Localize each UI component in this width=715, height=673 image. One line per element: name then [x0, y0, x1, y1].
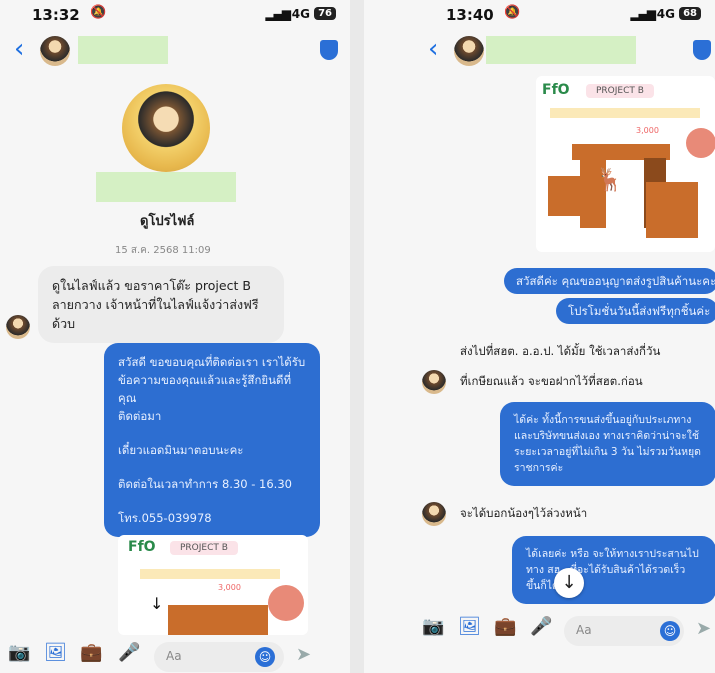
header-avatar[interactable]: [454, 36, 484, 66]
emoji-icon[interactable]: ☺: [255, 647, 275, 667]
network-label: 4G: [656, 7, 675, 21]
msg-line: ทาง สฮ...ที่จะได้รับสินค้าได้รวดเร็ว: [526, 564, 686, 576]
product-title: PROJECT B: [586, 84, 654, 98]
redacted-profile-name: [96, 172, 236, 202]
product-image[interactable]: FfO PROJECT B 3,000: [118, 535, 308, 635]
brand-logo: FfO: [542, 82, 570, 98]
signal-icon: ▂▄▆: [630, 7, 656, 21]
msg-line: และบริษัทขนส่งเอง ทางเราคิดว่าน่าจะใช้: [514, 430, 700, 442]
msg-line: ระยะเวลาอยู่ที่ไม่เกิน 3 วัน ไม่รวมวันหย…: [514, 446, 701, 458]
back-icon[interactable]: ‹: [428, 36, 438, 62]
caption-band: [550, 108, 700, 118]
shield-icon[interactable]: [320, 40, 338, 60]
status-bar: 13:32 🔕 ▂▄▆ 4G 76: [0, 0, 350, 30]
scroll-down-icon[interactable]: ↓: [554, 568, 584, 598]
signal-icon: ▂▄▆: [265, 7, 291, 21]
battery-icon: 76: [314, 7, 336, 20]
bell-mute-icon: 🔕: [504, 5, 521, 20]
incoming-message: ที่เกษียณแล้ว จะขอฝากไว้ที่สฮต.ก่อน: [460, 374, 643, 388]
send-icon[interactable]: ➤: [296, 644, 311, 665]
composer-bar: 📷 🖼 💼 🎤 Aa ☺ ➤: [364, 616, 715, 650]
bench-right: [646, 182, 698, 238]
outgoing-message: สวัสดี ขอขอบคุณที่ติดต่อเรา เราได้รับ ข้…: [104, 343, 320, 537]
network-label: 4G: [291, 7, 310, 21]
microphone-icon[interactable]: 🎤: [118, 642, 140, 663]
briefcase-icon[interactable]: 💼: [494, 616, 516, 637]
outgoing-message: โปรโมชั่นวันนี้ส่งฟรีทุกชิ้นค่ะ: [556, 298, 715, 324]
product-title: PROJECT B: [170, 541, 238, 555]
msg-line: ราชการค่ะ: [514, 462, 564, 474]
chat-date: 15 ส.ค. 2568 11:09: [115, 245, 211, 256]
msg-line: ได้ค่ะ ทั้งนี้การขนส่งขึ้นอยู่กับประเภทา…: [514, 414, 692, 426]
incoming-message: จะได้บอกน้องๆไว้ล่วงหน้า: [460, 506, 588, 520]
input-placeholder: Aa: [576, 623, 592, 637]
price-tag: 3,000: [636, 126, 659, 135]
briefcase-icon[interactable]: 💼: [80, 642, 102, 663]
bench-left: [548, 176, 582, 216]
composer-bar: 📷 🖼 💼 🎤 Aa ☺ ➤: [0, 642, 350, 673]
sender-avatar: [422, 370, 446, 394]
product-image[interactable]: FfO PROJECT B 3,000 🦌: [536, 76, 715, 252]
msg-line: ได้เลยค่ะ หรือ จะให้ทางเราประสานไป: [526, 548, 699, 560]
send-icon[interactable]: ➤: [696, 618, 711, 639]
gallery-icon[interactable]: 🖼: [44, 642, 67, 663]
chat-header: ‹: [364, 34, 715, 70]
scroll-down-icon[interactable]: ↓: [150, 594, 163, 613]
back-icon[interactable]: ‹: [14, 36, 24, 62]
msg-line: เดี๋ยวแอดมินมาตอบนะคะ: [118, 443, 244, 457]
deer-motif: 🦌: [596, 168, 624, 193]
sender-avatar: [422, 502, 446, 526]
camera-icon[interactable]: 📷: [422, 616, 444, 637]
emoji-icon[interactable]: ☺: [660, 621, 680, 641]
detail-circle: [686, 128, 715, 158]
camera-icon[interactable]: 📷: [8, 642, 30, 663]
outgoing-message: ได้เลยค่ะ หรือ จะให้ทางเราประสานไป ทาง ส…: [512, 536, 715, 604]
left-chat-screen: 13:32 🔕 ▂▄▆ 4G 76 ‹ ดูโปรไฟล์ 15 ส.ค. 25…: [0, 0, 350, 673]
caption-band: [140, 569, 280, 579]
profile-avatar[interactable]: [122, 84, 210, 172]
chat-header: ‹: [0, 34, 350, 70]
header-avatar[interactable]: [40, 36, 70, 66]
view-profile-link[interactable]: ดูโปรไฟล์: [140, 210, 194, 231]
microphone-icon[interactable]: 🎤: [530, 616, 552, 637]
incoming-message: ส่งไปที่สฮต. อ.อ.ป. ได้มั้ย ใช้เวลาส่งกี…: [460, 344, 661, 358]
status-bar: 13:40 🔕 ▂▄▆ 4G 68: [364, 0, 715, 30]
incoming-message: ดูในไลฟ์แล้ว ขอราคาโต๊ะ project B ลายกวา…: [38, 266, 284, 343]
msg-line: ติดต่อในเวลาทำการ 8.30 - 16.30: [118, 477, 292, 491]
msg-line: โทร.055-039978: [118, 511, 212, 525]
gallery-icon[interactable]: 🖼: [458, 616, 481, 637]
status-time: 13:32: [32, 6, 80, 24]
outgoing-message: สวัสดีค่ะ คุณขออนุญาตส่งรูปสินค้านะคะ: [504, 268, 715, 294]
battery-icon: 68: [679, 7, 701, 20]
input-placeholder: Aa: [166, 649, 182, 663]
sender-avatar: [6, 315, 30, 339]
right-chat-screen: 13:40 🔕 ▂▄▆ 4G 68 ‹ FfO PROJECT B 3,000 …: [364, 0, 715, 673]
shield-icon[interactable]: [693, 40, 711, 60]
msg-line: ข้อความของคุณแล้วและรู้สึกยินดีที่คุณ: [118, 373, 292, 405]
bell-mute-icon: 🔕: [90, 5, 107, 20]
msg-line: สวัสดี ขอขอบคุณที่ติดต่อเรา เราได้รับ: [118, 355, 306, 369]
msg-line: ขึ้นก็ได้: [526, 580, 559, 592]
detail-circle: [268, 585, 304, 621]
status-time: 13:40: [446, 6, 494, 24]
redacted-name: [78, 36, 168, 64]
brand-logo: FfO: [128, 539, 156, 555]
price-tag: 3,000: [218, 583, 241, 592]
outgoing-message: ได้ค่ะ ทั้งนี้การขนส่งขึ้นอยู่กับประเภทา…: [500, 402, 715, 486]
msg-line: ติดต่อมา: [118, 409, 162, 423]
table-illustration: [168, 605, 268, 635]
redacted-name: [486, 36, 636, 64]
